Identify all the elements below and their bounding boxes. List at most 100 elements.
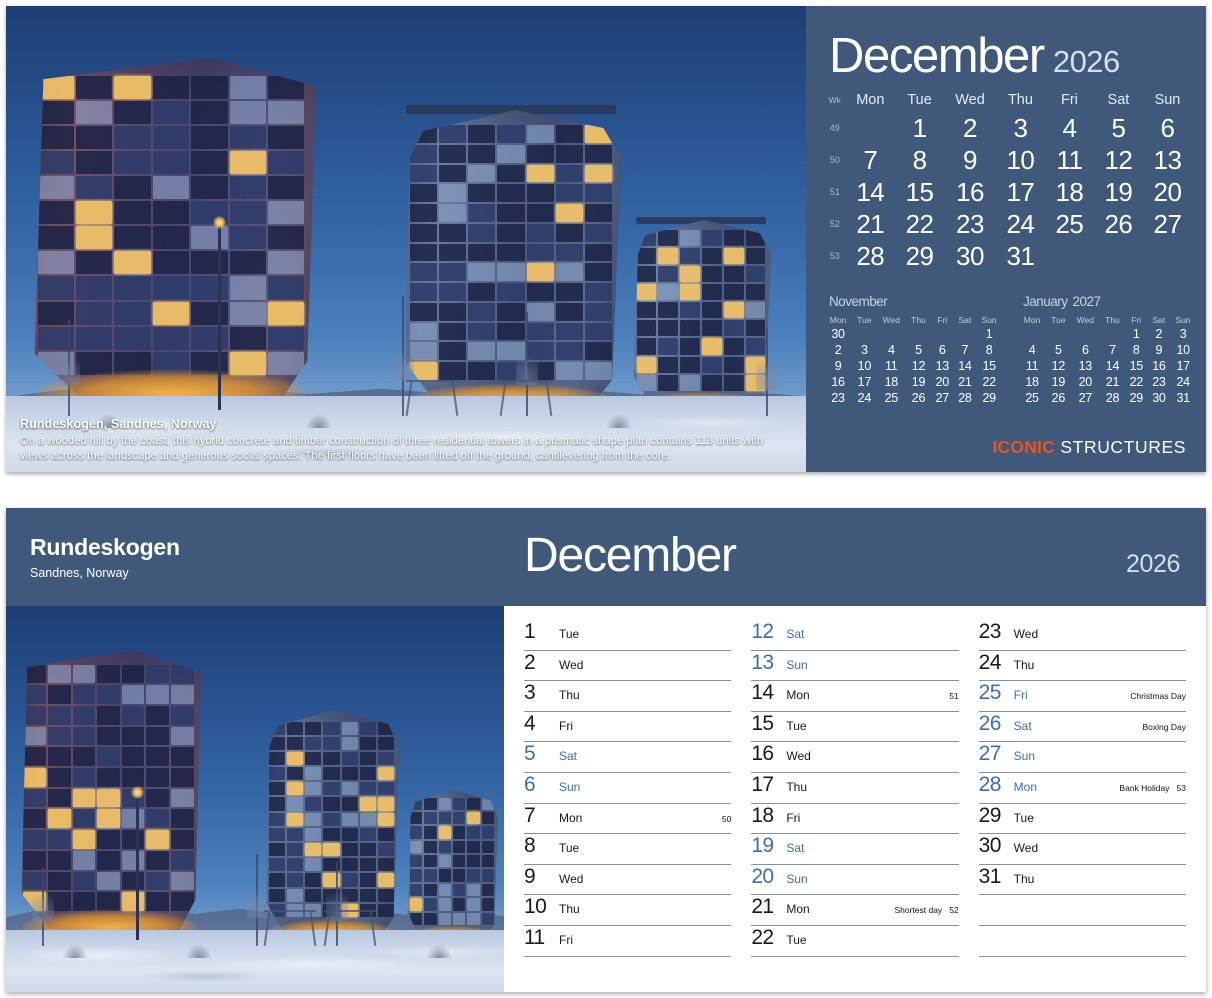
day-row[interactable]: 13 Sun: [751, 651, 959, 682]
mini-next-day[interactable]: 13: [1071, 358, 1100, 374]
day-row[interactable]: 23 Wed: [978, 620, 1186, 651]
day-row[interactable]: 11 Fri: [524, 926, 732, 957]
mini-next-day[interactable]: 4: [1018, 342, 1046, 358]
mini-prev-day[interactable]: 30: [824, 326, 852, 342]
mini-prev-day[interactable]: 26: [906, 390, 931, 406]
day-row[interactable]: 5 Sat: [524, 742, 732, 773]
month-grid-day[interactable]: 6: [1143, 112, 1192, 144]
mini-next-day[interactable]: 14: [1100, 358, 1125, 374]
day-row[interactable]: 17 Thu: [751, 773, 959, 804]
day-row[interactable]: 25 Fri Christmas Day: [978, 681, 1186, 712]
mini-next-day[interactable]: 11: [1018, 358, 1046, 374]
mini-prev-day[interactable]: 8: [976, 342, 1002, 358]
mini-prev-day[interactable]: 1: [976, 326, 1002, 342]
day-row[interactable]: 4 Fri: [524, 712, 732, 743]
day-row[interactable]: 12 Sat: [751, 620, 959, 651]
mini-next-day[interactable]: 8: [1125, 342, 1148, 358]
day-row[interactable]: 27 Sun: [978, 742, 1186, 773]
mini-prev-day[interactable]: 21: [954, 374, 977, 390]
day-row[interactable]: 10 Thu: [524, 895, 732, 926]
month-grid-day[interactable]: 12: [1094, 144, 1143, 176]
month-grid-day[interactable]: 29: [895, 240, 944, 272]
mini-next-day[interactable]: 22: [1125, 374, 1148, 390]
mini-next-day[interactable]: 9: [1148, 342, 1171, 358]
mini-next-day[interactable]: 26: [1046, 390, 1070, 406]
month-grid-day[interactable]: 3: [996, 112, 1045, 144]
day-row[interactable]: 24 Thu: [978, 651, 1186, 682]
mini-next-day[interactable]: 16: [1148, 358, 1171, 374]
month-grid-day[interactable]: 8: [895, 144, 944, 176]
mini-next-day[interactable]: 27: [1071, 390, 1100, 406]
day-row[interactable]: 8 Tue: [524, 834, 732, 865]
day-row[interactable]: 28 Mon Bank Holiday 53: [978, 773, 1186, 804]
mini-next-day[interactable]: 10: [1170, 342, 1196, 358]
month-grid-day[interactable]: 11: [1045, 144, 1094, 176]
mini-prev-day[interactable]: 25: [877, 390, 906, 406]
day-row[interactable]: 16 Wed: [751, 742, 959, 773]
mini-prev-day[interactable]: 11: [877, 358, 906, 374]
mini-next-day[interactable]: 28: [1100, 390, 1125, 406]
mini-prev-day[interactable]: 13: [931, 358, 954, 374]
day-row[interactable]: 22 Tue: [751, 926, 959, 957]
month-grid-day[interactable]: 26: [1094, 208, 1143, 240]
mini-next-day[interactable]: 23: [1148, 374, 1171, 390]
month-grid-day[interactable]: 20: [1143, 176, 1192, 208]
mini-next-day[interactable]: 18: [1018, 374, 1046, 390]
day-row[interactable]: 15 Tue: [751, 712, 959, 743]
mini-prev-day[interactable]: 23: [824, 390, 852, 406]
day-row[interactable]: 30 Wed: [978, 834, 1186, 865]
month-grid-day[interactable]: 2: [944, 112, 996, 144]
month-grid-day[interactable]: 24: [996, 208, 1045, 240]
day-row[interactable]: 6 Sun: [524, 773, 732, 804]
day-row[interactable]: 29 Tue: [978, 804, 1186, 835]
day-row[interactable]: 26 Sat Boxing Day: [978, 712, 1186, 743]
month-grid-day[interactable]: 7: [846, 144, 896, 176]
day-row[interactable]: 9 Wed: [524, 865, 732, 896]
day-row[interactable]: 19 Sat: [751, 834, 959, 865]
day-row[interactable]: 20 Sun: [751, 865, 959, 896]
mini-prev-day[interactable]: 16: [824, 374, 852, 390]
mini-next-day[interactable]: 17: [1170, 358, 1196, 374]
mini-prev-day[interactable]: 24: [852, 390, 876, 406]
mini-prev-day[interactable]: 3: [852, 342, 876, 358]
mini-next-day[interactable]: 6: [1071, 342, 1100, 358]
mini-next-day[interactable]: 5: [1046, 342, 1070, 358]
month-grid-day[interactable]: 23: [944, 208, 996, 240]
month-grid-day[interactable]: 9: [944, 144, 996, 176]
mini-prev-day[interactable]: 15: [976, 358, 1002, 374]
mini-next-day[interactable]: 30: [1148, 390, 1171, 406]
day-row[interactable]: 14 Mon 51: [751, 681, 959, 712]
mini-prev-day[interactable]: 4: [877, 342, 906, 358]
month-grid-day[interactable]: 15: [895, 176, 944, 208]
mini-prev-day[interactable]: 29: [976, 390, 1002, 406]
month-grid-day[interactable]: 18: [1045, 176, 1094, 208]
month-grid-day[interactable]: 30: [944, 240, 996, 272]
mini-prev-day[interactable]: 2: [824, 342, 852, 358]
mini-prev-day[interactable]: 17: [852, 374, 876, 390]
day-row[interactable]: 31 Thu: [978, 865, 1186, 896]
month-grid-day[interactable]: 13: [1143, 144, 1192, 176]
mini-prev-day[interactable]: 27: [931, 390, 954, 406]
month-grid-day[interactable]: 14: [846, 176, 896, 208]
mini-prev-day[interactable]: 10: [852, 358, 876, 374]
mini-prev-day[interactable]: 14: [954, 358, 977, 374]
month-grid-day[interactable]: 21: [846, 208, 896, 240]
day-row[interactable]: 7 Mon 50: [524, 804, 732, 835]
mini-next-day[interactable]: 3: [1170, 326, 1196, 342]
day-row[interactable]: 21 Mon Shortest day 52: [751, 895, 959, 926]
mini-prev-day[interactable]: 12: [906, 358, 931, 374]
mini-prev-day[interactable]: 28: [954, 390, 977, 406]
mini-prev-day[interactable]: 19: [906, 374, 931, 390]
mini-next-day[interactable]: 15: [1125, 358, 1148, 374]
mini-prev-day[interactable]: 5: [906, 342, 931, 358]
month-grid-day[interactable]: 31: [996, 240, 1045, 272]
mini-next-day[interactable]: 24: [1170, 374, 1196, 390]
mini-next-day[interactable]: 20: [1071, 374, 1100, 390]
month-grid-day[interactable]: 19: [1094, 176, 1143, 208]
mini-next-day[interactable]: 1: [1125, 326, 1148, 342]
mini-next-day[interactable]: 25: [1018, 390, 1046, 406]
mini-next-day[interactable]: 21: [1100, 374, 1125, 390]
mini-next-day[interactable]: 19: [1046, 374, 1070, 390]
mini-prev-day[interactable]: 7: [954, 342, 977, 358]
day-row[interactable]: 3 Thu: [524, 681, 732, 712]
